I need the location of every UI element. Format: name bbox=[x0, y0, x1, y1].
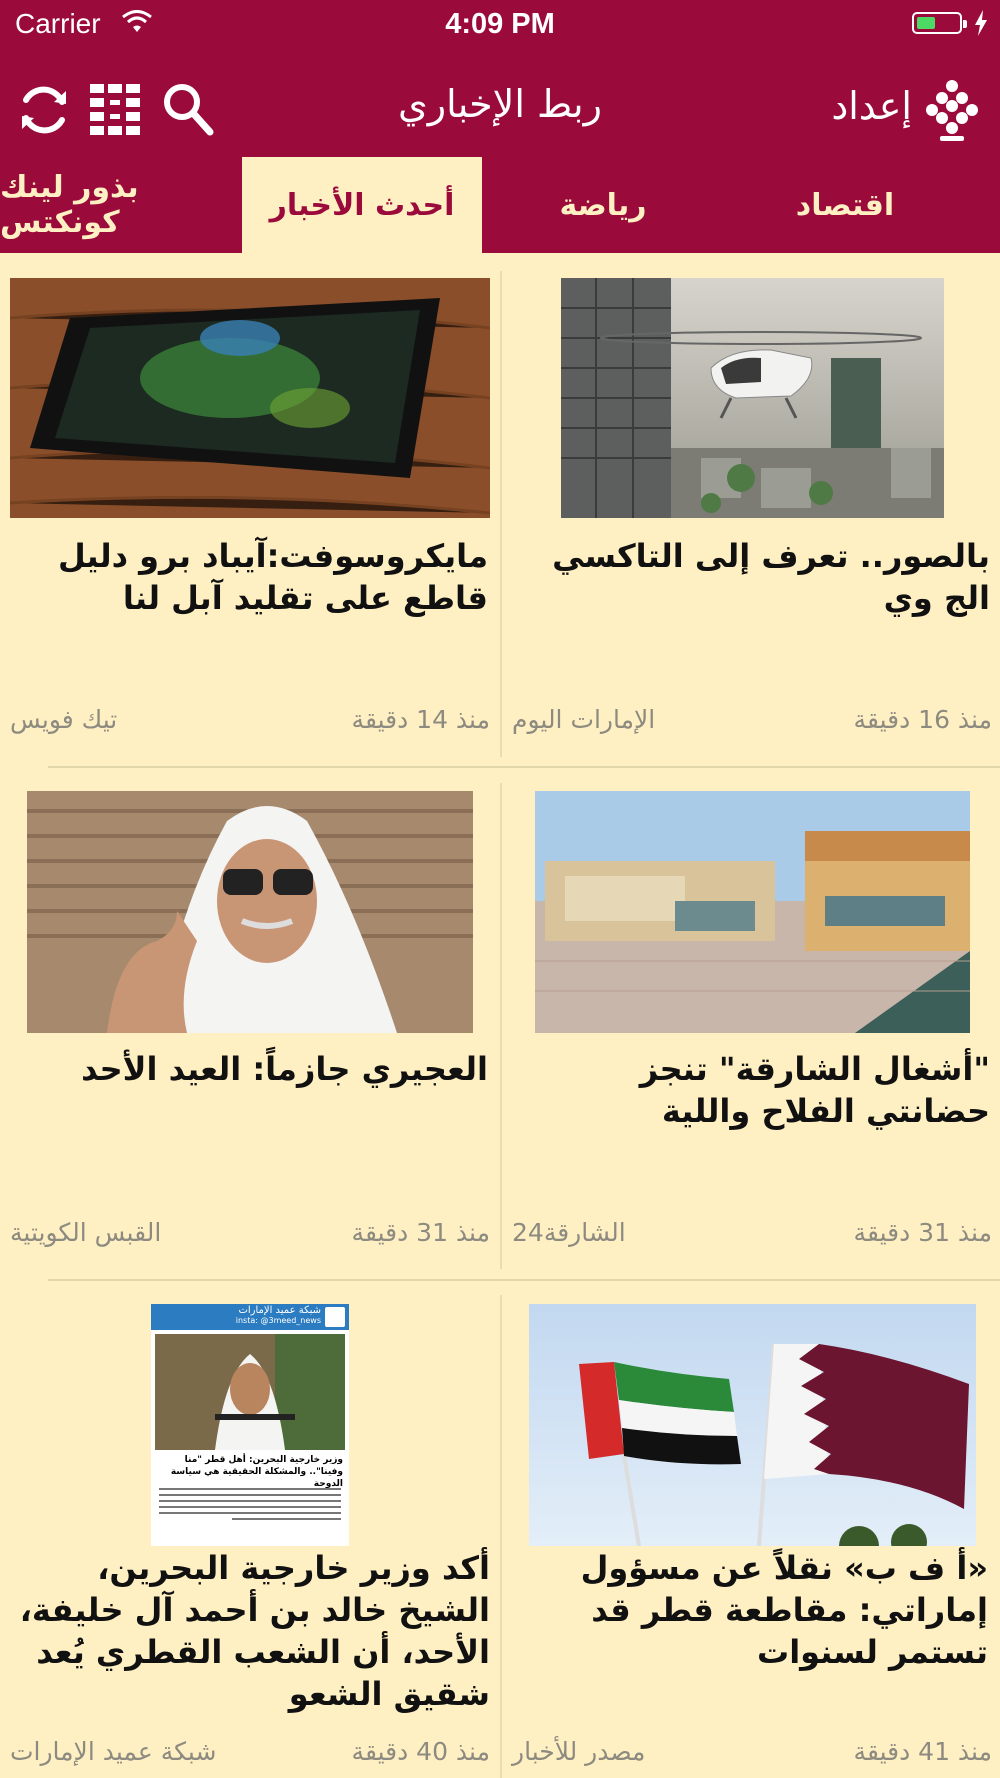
article-image[interactable] bbox=[535, 791, 970, 1033]
article-time: منذ 31 دقيقة bbox=[853, 1218, 992, 1247]
clipping-handle: insta: @3meed_news bbox=[235, 1316, 321, 1325]
flying-taxi-photo bbox=[561, 278, 944, 518]
article-source[interactable]: الشارقة24 bbox=[512, 1218, 626, 1247]
clipping-logo-icon bbox=[325, 1307, 345, 1327]
article-headline[interactable]: أكد وزير خارجية البحرين، الشيخ خالد بن أ… bbox=[10, 1547, 490, 1715]
app-logo-icon[interactable] bbox=[922, 76, 982, 148]
news-card[interactable]: بالصور.. تعرف إلى التاكسي الج وي منذ 16 … bbox=[500, 253, 1000, 766]
article-source[interactable]: القبس الكويتية bbox=[10, 1218, 161, 1247]
article-source[interactable]: مصدر للأخبار bbox=[512, 1737, 645, 1766]
article-headline[interactable]: العجيري جازماً: العيد الأحد bbox=[10, 1048, 488, 1090]
building-photo bbox=[535, 791, 970, 1033]
article-headline[interactable]: بالصور.. تعرف إلى التاكسي الج وي bbox=[510, 535, 990, 619]
status-time: 4:09 PM bbox=[445, 8, 555, 40]
tab-economy[interactable]: اقتصاد bbox=[724, 157, 966, 253]
clipping-body-lines bbox=[159, 1484, 341, 1540]
flags-photo bbox=[529, 1304, 976, 1546]
clipping-header: شبكة عميد الإمارات insta: @3meed_news bbox=[151, 1304, 349, 1330]
category-tabs: بذور لينك كونكتس أحدث الأخبار رياضة اقتص… bbox=[0, 157, 1000, 253]
news-card[interactable]: مايكروسوفت:آيباد برو دليل قاطع على تقليد… bbox=[0, 253, 500, 766]
man-portrait-photo bbox=[27, 791, 473, 1033]
article-image[interactable]: شبكة عميد الإمارات insta: @3meed_news وز… bbox=[151, 1304, 349, 1546]
article-image[interactable] bbox=[529, 1304, 976, 1546]
nav-bar: ربط الإخباري إعداد bbox=[0, 60, 1000, 160]
clipping-brand: شبكة عميد الإمارات bbox=[238, 1305, 321, 1316]
status-bar: Carrier 4:09 PM bbox=[0, 0, 1000, 50]
article-headline[interactable]: «أ ف ب» نقلاً عن مسؤول إماراتي: مقاطعة ق… bbox=[510, 1547, 988, 1673]
news-card[interactable]: العجيري جازماً: العيد الأحد منذ 31 دقيقة… bbox=[0, 766, 500, 1279]
tab-label: بذور لينك كونكتس bbox=[0, 170, 139, 240]
article-time: منذ 40 دقيقة bbox=[351, 1737, 490, 1766]
article-headline[interactable]: "أشغال الشارقة" تنجز حضانتي الفلاح واللي… bbox=[510, 1048, 990, 1132]
article-image[interactable] bbox=[10, 278, 490, 518]
tab-seeds-link[interactable]: بذور لينك كونكتس bbox=[0, 157, 240, 253]
tablet-photo bbox=[10, 278, 490, 518]
article-source[interactable]: الإمارات اليوم bbox=[512, 705, 655, 734]
article-time: منذ 16 دقيقة bbox=[853, 705, 992, 734]
tab-sports[interactable]: رياضة bbox=[482, 157, 724, 253]
article-time: منذ 41 دقيقة bbox=[853, 1737, 992, 1766]
article-source[interactable]: شبكة عميد الإمارات bbox=[10, 1737, 216, 1766]
article-headline[interactable]: مايكروسوفت:آيباد برو دليل قاطع على تقليد… bbox=[10, 535, 488, 619]
article-time: منذ 31 دقيقة bbox=[351, 1218, 490, 1247]
news-grid: بالصور.. تعرف إلى التاكسي الج وي منذ 16 … bbox=[0, 253, 1000, 1778]
tab-latest-news[interactable]: أحدث الأخبار bbox=[242, 157, 482, 253]
news-card[interactable]: "أشغال الشارقة" تنجز حضانتي الفلاح واللي… bbox=[500, 766, 1000, 1279]
top-bar: Carrier 4:09 PM ربط الإخباري إعداد بذور … bbox=[0, 0, 1000, 253]
tab-label: رياضة bbox=[559, 187, 647, 223]
tab-label: اقتصاد bbox=[795, 187, 895, 223]
article-source[interactable]: تيك فويس bbox=[10, 705, 117, 734]
article-time: منذ 14 دقيقة bbox=[351, 705, 490, 734]
charging-icon bbox=[975, 10, 987, 36]
settings-button[interactable]: إعداد bbox=[831, 84, 912, 128]
news-card[interactable]: شبكة عميد الإمارات insta: @3meed_news وز… bbox=[0, 1279, 500, 1778]
news-card[interactable]: «أ ف ب» نقلاً عن مسؤول إماراتي: مقاطعة ق… bbox=[500, 1279, 1000, 1778]
minister-photo bbox=[155, 1334, 345, 1450]
article-image[interactable] bbox=[561, 278, 944, 518]
article-image[interactable] bbox=[27, 791, 473, 1033]
tab-label: أحدث الأخبار bbox=[269, 187, 455, 223]
battery-icon bbox=[912, 12, 967, 34]
